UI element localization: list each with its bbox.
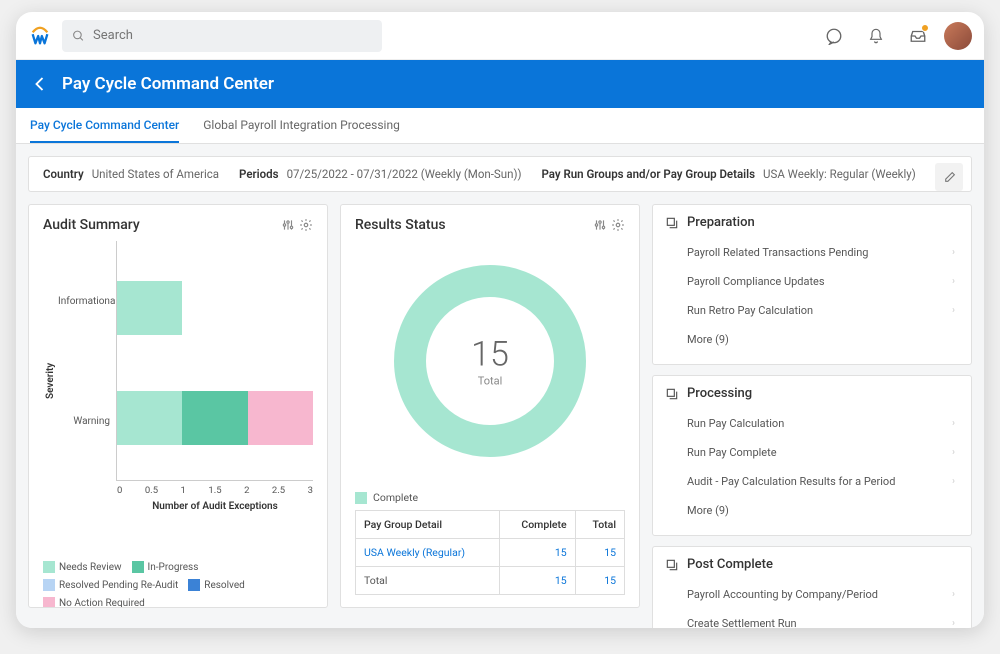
post-complete-title: Post Complete xyxy=(687,557,773,572)
chevron-right-icon: › xyxy=(952,476,955,487)
results-total-number: 15 xyxy=(471,335,509,375)
chevron-right-icon: › xyxy=(952,276,955,287)
stack-icon xyxy=(665,216,679,230)
pay-group-link[interactable]: USA Weekly (Regular) xyxy=(356,539,500,567)
stack-icon xyxy=(665,558,679,572)
chat-icon[interactable] xyxy=(818,20,850,52)
bell-icon[interactable] xyxy=(860,20,892,52)
back-arrow-icon[interactable] xyxy=(32,75,50,93)
post-complete-card: Post Complete Payroll Accounting by Comp… xyxy=(652,546,972,628)
results-status-card: Results Status 15 Total Comp xyxy=(340,204,640,608)
chart-legend: Needs Review In-Progress Resolved Pendin… xyxy=(43,561,313,608)
gear-icon[interactable] xyxy=(299,218,313,232)
filter-icon[interactable] xyxy=(281,218,295,232)
sidebar-item-retro-pay[interactable]: Run Retro Pay Calculation› xyxy=(665,296,959,325)
chart-y-label: Severity xyxy=(43,241,58,521)
chevron-right-icon: › xyxy=(952,305,955,316)
chevron-right-icon: › xyxy=(952,418,955,429)
results-total-label: Total xyxy=(471,375,509,388)
tab-command-center[interactable]: Pay Cycle Command Center xyxy=(30,108,179,143)
page-title: Pay Cycle Command Center xyxy=(62,74,274,94)
filter-bar: Country United States of America Periods… xyxy=(28,156,972,192)
sidebar-item-run-pay-calc[interactable]: Run Pay Calculation› xyxy=(665,409,959,438)
chevron-right-icon: › xyxy=(952,247,955,258)
chart-x-label: Number of Audit Exceptions xyxy=(117,501,313,512)
filter-country-value: United States of America xyxy=(92,167,219,181)
tab-global-payroll[interactable]: Global Payroll Integration Processing xyxy=(203,108,400,143)
sidebar-item-accounting[interactable]: Payroll Accounting by Company/Period› xyxy=(665,580,959,609)
search-input[interactable] xyxy=(93,28,372,43)
search-box[interactable] xyxy=(62,20,382,52)
page-header: Pay Cycle Command Center xyxy=(16,60,984,108)
results-status-title: Results Status xyxy=(355,217,446,233)
sidebar-item-more-proc[interactable]: More (9) xyxy=(665,496,959,525)
filter-country-label: Country xyxy=(43,167,84,181)
chart-cat-informational: Informational xyxy=(58,296,110,307)
edit-filters-button[interactable] xyxy=(935,163,963,191)
top-bar xyxy=(16,12,984,60)
workday-logo[interactable] xyxy=(28,24,52,48)
chevron-right-icon: › xyxy=(952,618,955,628)
audit-chart: Severity Informational Warning 00.511.52… xyxy=(43,241,313,521)
processing-card: Processing Run Pay Calculation› Run Pay … xyxy=(652,375,972,536)
chevron-right-icon: › xyxy=(952,447,955,458)
preparation-card: Preparation Payroll Related Transactions… xyxy=(652,204,972,365)
sidebar-item-payroll-transactions[interactable]: Payroll Related Transactions Pending› xyxy=(665,238,959,267)
filter-periods-label: Periods xyxy=(239,167,279,181)
filter-group-label: Pay Run Groups and/or Pay Group Details xyxy=(541,167,755,181)
tab-bar: Pay Cycle Command Center Global Payroll … xyxy=(16,108,984,144)
chevron-right-icon: › xyxy=(952,589,955,600)
avatar[interactable] xyxy=(944,22,972,50)
sidebar-item-more-prep[interactable]: More (9) xyxy=(665,325,959,354)
filter-group-value: USA Weekly: Regular (Weekly) xyxy=(763,167,916,181)
sidebar-item-settlement-run[interactable]: Create Settlement Run› xyxy=(665,609,959,628)
filter-periods-value: 07/25/2022 - 07/31/2022 (Weekly (Mon-Sun… xyxy=(287,167,522,181)
filter-icon[interactable] xyxy=(593,218,607,232)
processing-title: Processing xyxy=(687,386,752,401)
sidebar-item-run-pay-complete[interactable]: Run Pay Complete› xyxy=(665,438,959,467)
sidebar-item-audit-results[interactable]: Audit - Pay Calculation Results for a Pe… xyxy=(665,467,959,496)
chart-cat-warning: Warning xyxy=(58,416,110,427)
sidebar-item-compliance-updates[interactable]: Payroll Compliance Updates› xyxy=(665,267,959,296)
audit-summary-title: Audit Summary xyxy=(43,217,140,233)
inbox-icon[interactable] xyxy=(902,20,934,52)
results-legend-complete: Complete xyxy=(373,491,418,504)
preparation-title: Preparation xyxy=(687,215,755,230)
results-donut-chart: 15 Total xyxy=(390,261,590,461)
audit-summary-card: Audit Summary Severity Informational War… xyxy=(28,204,328,608)
gear-icon[interactable] xyxy=(611,218,625,232)
results-table: Pay Group DetailCompleteTotal USA Weekly… xyxy=(355,510,625,595)
stack-icon xyxy=(665,387,679,401)
